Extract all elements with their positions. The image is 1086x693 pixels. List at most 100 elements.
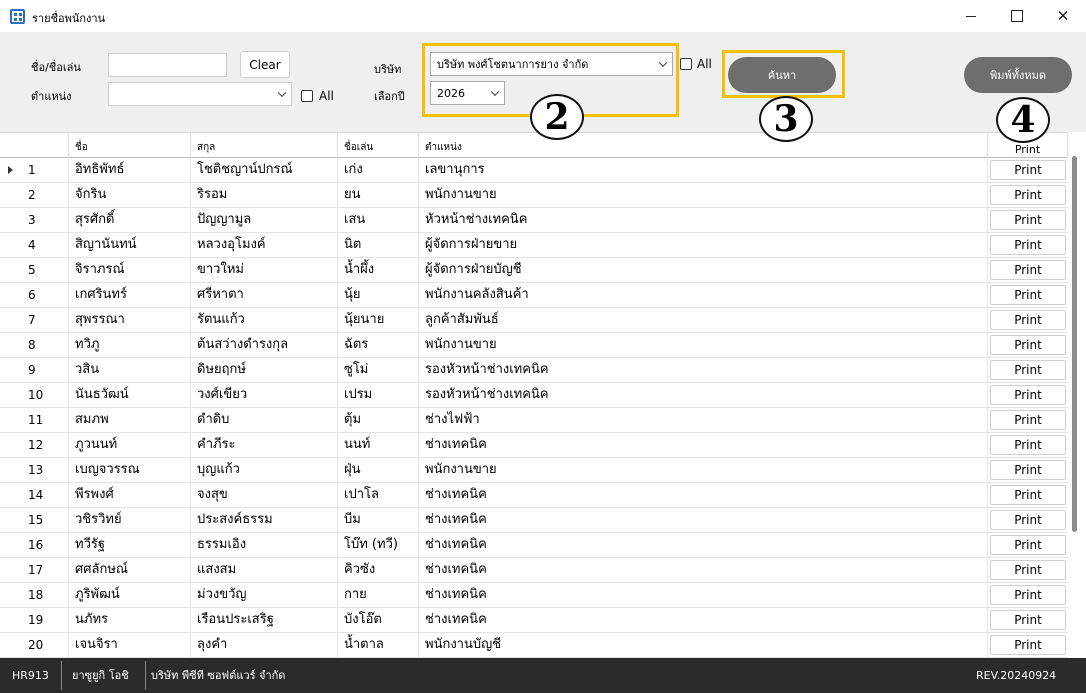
- close-icon[interactable]: ✕: [1040, 0, 1086, 32]
- cell-nickname: น้ำตาล: [338, 633, 419, 657]
- cell-first-name: ทวิภู: [69, 333, 191, 357]
- table-row[interactable]: 12 ภูวนนท์ คำภีระ นนท์ ช่างเทคนิค Print: [0, 433, 1068, 458]
- cell-nickname: น้ำผึ้ง: [338, 258, 419, 282]
- employee-table: ชื่อ สกุล ชื่อเล่น ตำแหน่ง Print 1 อิทธิพ…: [0, 132, 1086, 658]
- print-row-button[interactable]: Print: [990, 560, 1066, 580]
- app-grid-icon: [10, 9, 25, 24]
- print-row-button[interactable]: Print: [990, 335, 1066, 355]
- print-row-button[interactable]: Print: [990, 185, 1066, 205]
- status-divider: [61, 661, 62, 690]
- status-code: HR913: [12, 669, 49, 682]
- cell-position: พนักงานขาย: [419, 333, 988, 357]
- cell-position: พนักงานขาย: [419, 183, 988, 207]
- clear-button[interactable]: Clear: [240, 51, 290, 78]
- maximize-icon[interactable]: [994, 0, 1040, 32]
- print-row-button[interactable]: Print: [990, 310, 1066, 330]
- cell-position: พนักงานคลังสินค้า: [419, 283, 988, 307]
- table-row[interactable]: 20 เจนจิรา ลุงคำ น้ำตาล พนักงานบัญชี Print: [0, 633, 1068, 658]
- status-bar: HR913 ยาซูยูกิ โอชิ บริษัท พีซีที ซอฟต์แ…: [0, 658, 1086, 693]
- cell-last-name: ริรอม: [191, 183, 338, 207]
- print-row-button[interactable]: Print: [990, 610, 1066, 630]
- cell-last-name: คำภีระ: [191, 433, 338, 457]
- cell-last-name: วงศ์เขียว: [191, 383, 338, 407]
- table-row[interactable]: 11 สมภพ ดำดิบ ตุ้ม ช่างไฟฟ้า Print: [0, 408, 1068, 433]
- cell-last-name: ดิษยฤกษ์: [191, 358, 338, 382]
- vertical-scrollbar[interactable]: [1072, 156, 1077, 532]
- print-row-button[interactable]: Print: [990, 460, 1066, 480]
- year-select-value: 2026: [437, 86, 465, 100]
- table-row[interactable]: 4 สิญานันทน์ หลวงอุโมงค์ นิต ผู้จัดการฝ่ายขา…: [0, 233, 1068, 258]
- print-row-button[interactable]: Print: [990, 260, 1066, 280]
- minimize-icon[interactable]: [948, 0, 994, 32]
- print-all-button[interactable]: พิมพ์ทั้งหมด: [964, 57, 1072, 93]
- cell-position: ช่างเทคนิค: [419, 508, 988, 532]
- cell-first-name: เบญจวรรณ: [69, 458, 191, 482]
- table-row[interactable]: 18 ภูริพัฒน์ ม่วงขวัญ กาย ช่างเทคนิค Print: [0, 583, 1068, 608]
- print-row-button[interactable]: Print: [990, 635, 1066, 655]
- print-row-button[interactable]: Print: [990, 360, 1066, 380]
- cell-first-name: จิราภรณ์: [69, 258, 191, 282]
- year-select[interactable]: 2026: [430, 81, 505, 105]
- cell-last-name: ขาวใหม่: [191, 258, 338, 282]
- print-row-button[interactable]: Print: [990, 285, 1066, 305]
- table-row[interactable]: 5 จิราภรณ์ ขาวใหม่ น้ำผึ้ง ผู้จัดการฝ่ายบัญช…: [0, 258, 1068, 283]
- company-label: บริษัท: [374, 63, 402, 76]
- table-row[interactable]: 9 วสิน ดิษยฤกษ์ ซูโม่ รองหัวหน้าช่างเทคนิค Pr…: [0, 358, 1068, 383]
- print-row-button[interactable]: Print: [990, 385, 1066, 405]
- cell-first-name: สุพรรณา: [69, 308, 191, 332]
- cell-position: ช่างเทคนิค: [419, 608, 988, 632]
- position-all-checkbox[interactable]: [301, 90, 313, 102]
- print-row-button[interactable]: Print: [990, 435, 1066, 455]
- print-row-button[interactable]: Print: [990, 585, 1066, 605]
- print-row-button[interactable]: Print: [990, 535, 1066, 555]
- table-row[interactable]: 10 นันธวัฒน์ วงศ์เขียว เปรม รองหัวหน้าช่างเท…: [0, 383, 1068, 408]
- name-input[interactable]: [108, 53, 227, 77]
- cell-row-number: 12: [0, 433, 69, 457]
- table-row[interactable]: 3 สุรศักดิ์ ปัญญามูล เสน หัวหน้าช่างเทคนิค Pr…: [0, 208, 1068, 233]
- cell-row-number: 20: [0, 633, 69, 657]
- cell-row-number: 13: [0, 458, 69, 482]
- header-first-name: ชื่อ: [69, 133, 191, 158]
- table-row[interactable]: 2 จักริน ริรอม ยน พนักงานขาย Print: [0, 183, 1068, 208]
- cell-first-name: นันธวัฒน์: [69, 383, 191, 407]
- table-row[interactable]: 1 อิทธิพัทธ์ โชติชญาน์ปกรณ์ เก่ง เลขานุการ Pr…: [0, 158, 1068, 183]
- cell-last-name: ม่วงขวัญ: [191, 583, 338, 607]
- print-row-button[interactable]: Print: [990, 210, 1066, 230]
- print-row-button[interactable]: Print: [990, 235, 1066, 255]
- print-row-button[interactable]: Print: [990, 410, 1066, 430]
- position-select[interactable]: [108, 82, 292, 106]
- annotation-badge-3: 3: [759, 96, 813, 142]
- cell-row-number: 18: [0, 583, 69, 607]
- table-row[interactable]: 16 ทวีรัฐ ธรรมเอิง โบ๊ท (ทวี) ช่างเทคนิค Prin…: [0, 533, 1068, 558]
- table-row[interactable]: 15 วชิรวิทย์ ประสงค์ธรรม บีม ช่างเทคนิค Print: [0, 508, 1068, 533]
- table-row[interactable]: 19 นภัทร เรือนประเสริฐ บังโอ๊ต ช่างเทคนิค Pri…: [0, 608, 1068, 633]
- cell-last-name: ธรรมเอิง: [191, 533, 338, 557]
- search-button[interactable]: ค้นหา: [728, 57, 836, 93]
- cell-row-number: 3: [0, 208, 69, 232]
- cell-last-name: บุญแก้ว: [191, 458, 338, 482]
- table-row[interactable]: 7 สุพรรณา รัตนแก้ว นุ้ยนาย ลูกค้าสัมพันธ์ Pri…: [0, 308, 1068, 333]
- print-row-button[interactable]: Print: [990, 485, 1066, 505]
- cell-nickname: ฉัตร: [338, 333, 419, 357]
- cell-nickname: ตุ้ม: [338, 408, 419, 432]
- cell-nickname: นุ้ยนาย: [338, 308, 419, 332]
- table-row[interactable]: 8 ทวิภู ต้นสว่างดำรงกุล ฉัตร พนักงานขาย Print: [0, 333, 1068, 358]
- cell-nickname: เก่ง: [338, 158, 419, 182]
- cell-nickname: ซูโม่: [338, 358, 419, 382]
- cell-row-number: 5: [0, 258, 69, 282]
- header-position: ตำแหน่ง: [419, 133, 988, 158]
- table-row[interactable]: 17 ศศลักษณ์ แสงสม คิวซัง ช่างเทคนิค Print: [0, 558, 1068, 583]
- table-row[interactable]: 13 เบญจวรรณ บุญแก้ว ฝุ่น พนักงานขาย Print: [0, 458, 1068, 483]
- table-row[interactable]: 14 พีรพงศ์ จงสุข เปาโล ช่างเทคนิค Print: [0, 483, 1068, 508]
- cell-row-number: 1: [0, 158, 69, 182]
- print-row-button[interactable]: Print: [990, 510, 1066, 530]
- print-row-button[interactable]: Print: [990, 160, 1066, 180]
- cell-first-name: วชิรวิทย์: [69, 508, 191, 532]
- table-header: ชื่อ สกุล ชื่อเล่น ตำแหน่ง Print: [0, 132, 1068, 158]
- cell-position: พนักงานขาย: [419, 458, 988, 482]
- company-select[interactable]: บริษัท พงศ์โชตนาการยาง จำกัด: [430, 52, 673, 76]
- company-all-checkbox[interactable]: [680, 58, 692, 70]
- table-row[interactable]: 6 เกศรินทร์ ศรีหาตา นุ้ย พนักงานคลังสินค้า Pr…: [0, 283, 1068, 308]
- cell-last-name: ต้นสว่างดำรงกุล: [191, 333, 338, 357]
- cell-last-name: ประสงค์ธรรม: [191, 508, 338, 532]
